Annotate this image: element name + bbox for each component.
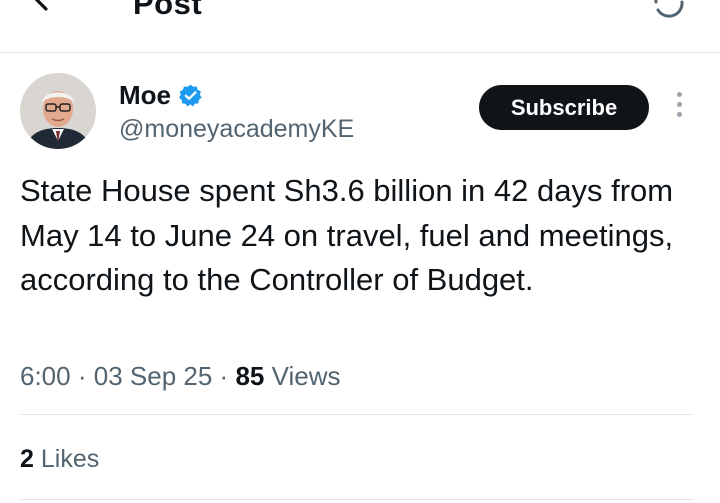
avatar-image: [20, 73, 96, 149]
likes-label: Likes: [40, 445, 100, 473]
meta-separator: ·: [219, 361, 229, 391]
refresh-icon[interactable]: [646, 0, 692, 22]
divider: [20, 499, 694, 500]
more-vertical-icon[interactable]: [672, 92, 686, 124]
arrow-left-icon[interactable]: [28, 0, 72, 16]
top-bar: Post: [0, 0, 720, 53]
more-dot: [676, 92, 682, 97]
likes-count: 2: [20, 445, 34, 473]
likes-link[interactable]: 2 Likes: [20, 445, 99, 474]
post-text: State House spent Sh3.6 billion in 42 da…: [20, 173, 674, 297]
meta-separator: ·: [77, 361, 87, 391]
author-name-row: Moe: [119, 80, 203, 111]
more-dot: [676, 102, 682, 107]
page-title: Post: [133, 0, 203, 21]
views-count: 85: [235, 361, 265, 391]
more-dot: [676, 112, 682, 117]
divider: [20, 414, 694, 415]
avatar[interactable]: [20, 73, 96, 149]
post-meta: 6:00 · 03 Sep 25 · 85 Views: [20, 361, 341, 392]
verified-badge-icon: [179, 84, 202, 107]
post-date[interactable]: 03 Sep 25: [94, 361, 213, 391]
views-label: Views: [271, 361, 341, 391]
author-handle[interactable]: @moneyacademyKE: [119, 115, 354, 144]
post-time[interactable]: 6:00: [20, 361, 71, 391]
subscribe-button[interactable]: Subscribe: [479, 85, 649, 130]
author-name[interactable]: Moe: [119, 80, 171, 111]
